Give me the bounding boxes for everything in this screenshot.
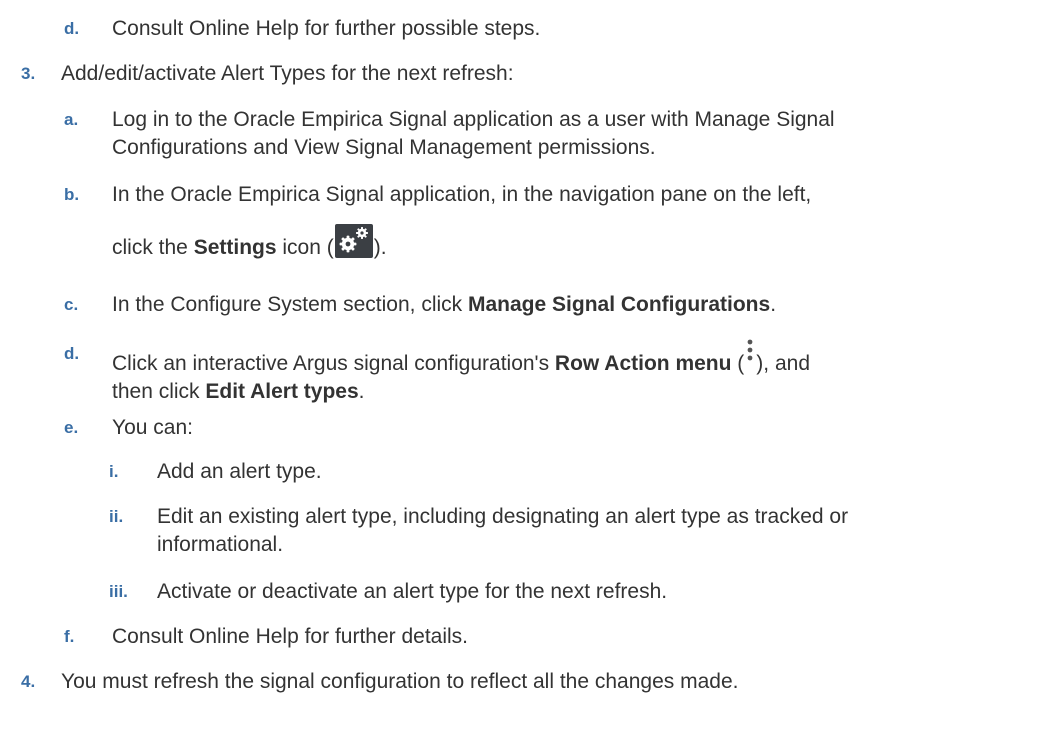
step-text-part: icon ( — [276, 236, 334, 259]
step-marker: 3. — [21, 64, 36, 83]
step-text: click the Settings icon ( ). — [112, 224, 387, 262]
step-4: 4. You must refresh the signal configura… — [21, 668, 738, 696]
step-text-part: click the — [112, 236, 194, 259]
step-marker: a. — [64, 110, 79, 129]
step-text: Edit an existing alert type, including d… — [157, 503, 848, 559]
step-marker: i. — [109, 462, 119, 481]
step-3d: d. Click an interactive Argus signal con… — [64, 338, 810, 406]
step-3: 3. Add/edit/activate Alert Types for the… — [21, 60, 514, 88]
step-text-line: Edit an existing alert type, including d… — [157, 505, 849, 528]
step-text-part: then click — [112, 380, 206, 403]
step-text: Add/edit/activate Alert Types for the ne… — [61, 62, 514, 85]
manage-signal-configurations-label: Manage Signal Configurations — [468, 293, 771, 316]
step-text: Log in to the Oracle Empirica Signal app… — [112, 106, 835, 162]
step-marker: ii. — [109, 507, 124, 526]
step-3f: f. Consult Online Help for further detai… — [64, 623, 468, 651]
step-3e-i: i. Add an alert type. — [109, 458, 322, 486]
step-text: In the Oracle Empirica Signal applicatio… — [112, 183, 812, 206]
step-text-line: Configurations and View Signal Managemen… — [112, 136, 656, 159]
step-marker: iii. — [109, 582, 128, 601]
step-text-line: Log in to the Oracle Empirica Signal app… — [112, 108, 835, 131]
step-3c: c. In the Configure System section, clic… — [64, 291, 776, 319]
settings-label: Settings — [193, 236, 277, 259]
step-3b: b. In the Oracle Empirica Signal applica… — [64, 181, 811, 209]
step-text-part: Click an interactive Argus signal config… — [112, 352, 555, 375]
step-marker: d. — [64, 344, 80, 363]
step-text-part: ( — [731, 352, 745, 375]
step-3a: a. Log in to the Oracle Empirica Signal … — [64, 106, 835, 162]
step-3e-ii: ii. Edit an existing alert type, includi… — [109, 503, 848, 559]
step-3e-iii: iii. Activate or deactivate an alert typ… — [109, 578, 667, 606]
settings-gear-icon — [334, 224, 373, 258]
step-text: You can: — [112, 416, 193, 439]
kebab-menu-icon — [746, 338, 754, 364]
step-marker: 4. — [21, 672, 36, 691]
edit-alert-types-label: Edit Alert types — [205, 380, 359, 403]
step-marker: e. — [64, 418, 79, 437]
step-text: Click an interactive Argus signal config… — [112, 338, 810, 406]
row-action-menu-label: Row Action menu — [554, 352, 732, 375]
step-text-part: . — [770, 293, 777, 316]
step-text: You must refresh the signal configuratio… — [61, 670, 739, 693]
step-3e: e. You can: — [64, 414, 193, 442]
step-2d: d. Consult Online Help for further possi… — [64, 15, 540, 43]
step-text-part: In the Configure System section, click — [112, 293, 468, 316]
step-text: Consult Online Help for further details. — [112, 625, 469, 648]
step-marker: b. — [64, 185, 80, 204]
step-marker: d. — [64, 19, 80, 38]
step-marker: f. — [64, 627, 75, 646]
step-text: Activate or deactivate an alert type for… — [157, 580, 668, 603]
step-text-part: . — [358, 380, 365, 403]
step-3b-line2: click the Settings icon ( ). — [112, 224, 387, 262]
step-marker: c. — [64, 295, 79, 314]
step-text: In the Configure System section, click M… — [112, 291, 776, 319]
step-text-line: informational. — [157, 533, 284, 556]
step-text: Consult Online Help for further possible… — [112, 17, 541, 40]
step-text: Add an alert type. — [157, 460, 322, 483]
step-text-part: ), and — [756, 352, 810, 375]
step-text-part: ). — [373, 236, 387, 259]
